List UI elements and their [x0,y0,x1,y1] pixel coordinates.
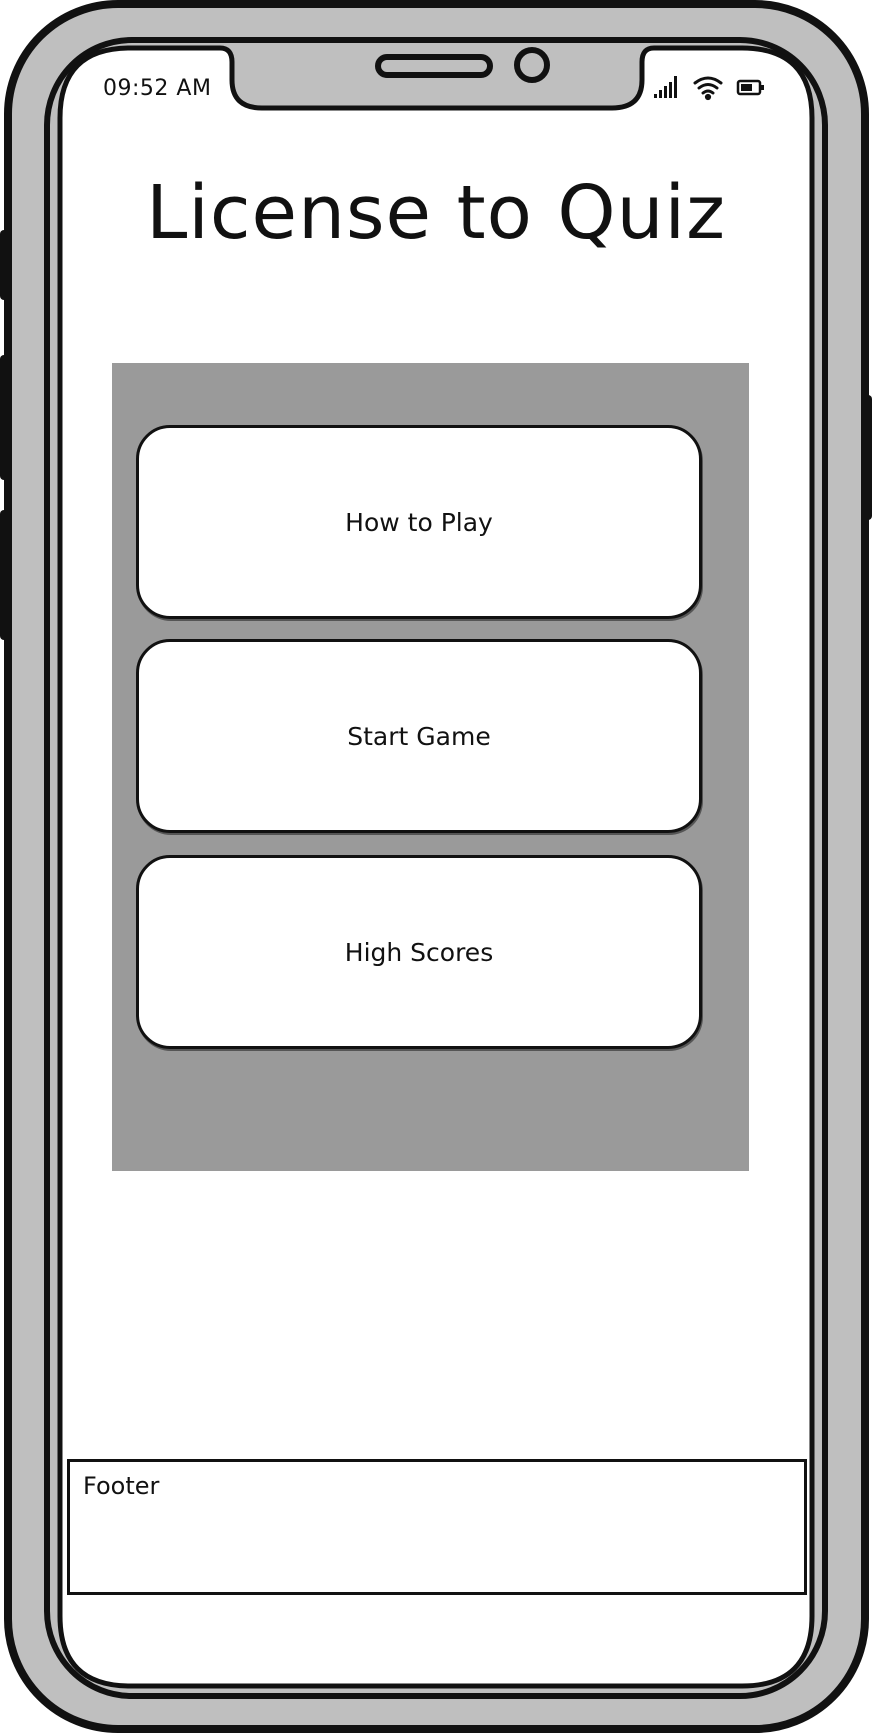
app-title: License to Quiz [146,170,726,256]
high-scores-button[interactable]: High Scores [136,855,702,1049]
start-game-button[interactable]: Start Game [136,639,702,833]
front-camera [514,47,550,83]
signal-icon [654,76,677,98]
status-time: 09:52 AM [103,76,212,101]
how-to-play-button[interactable]: How to Play [136,425,702,619]
status-icons [654,76,764,101]
battery-icon [736,79,764,96]
footer-label: Footer [83,1472,160,1500]
wifi-icon [693,76,723,101]
footer: Footer [67,1459,807,1595]
speaker-grille [375,54,493,78]
